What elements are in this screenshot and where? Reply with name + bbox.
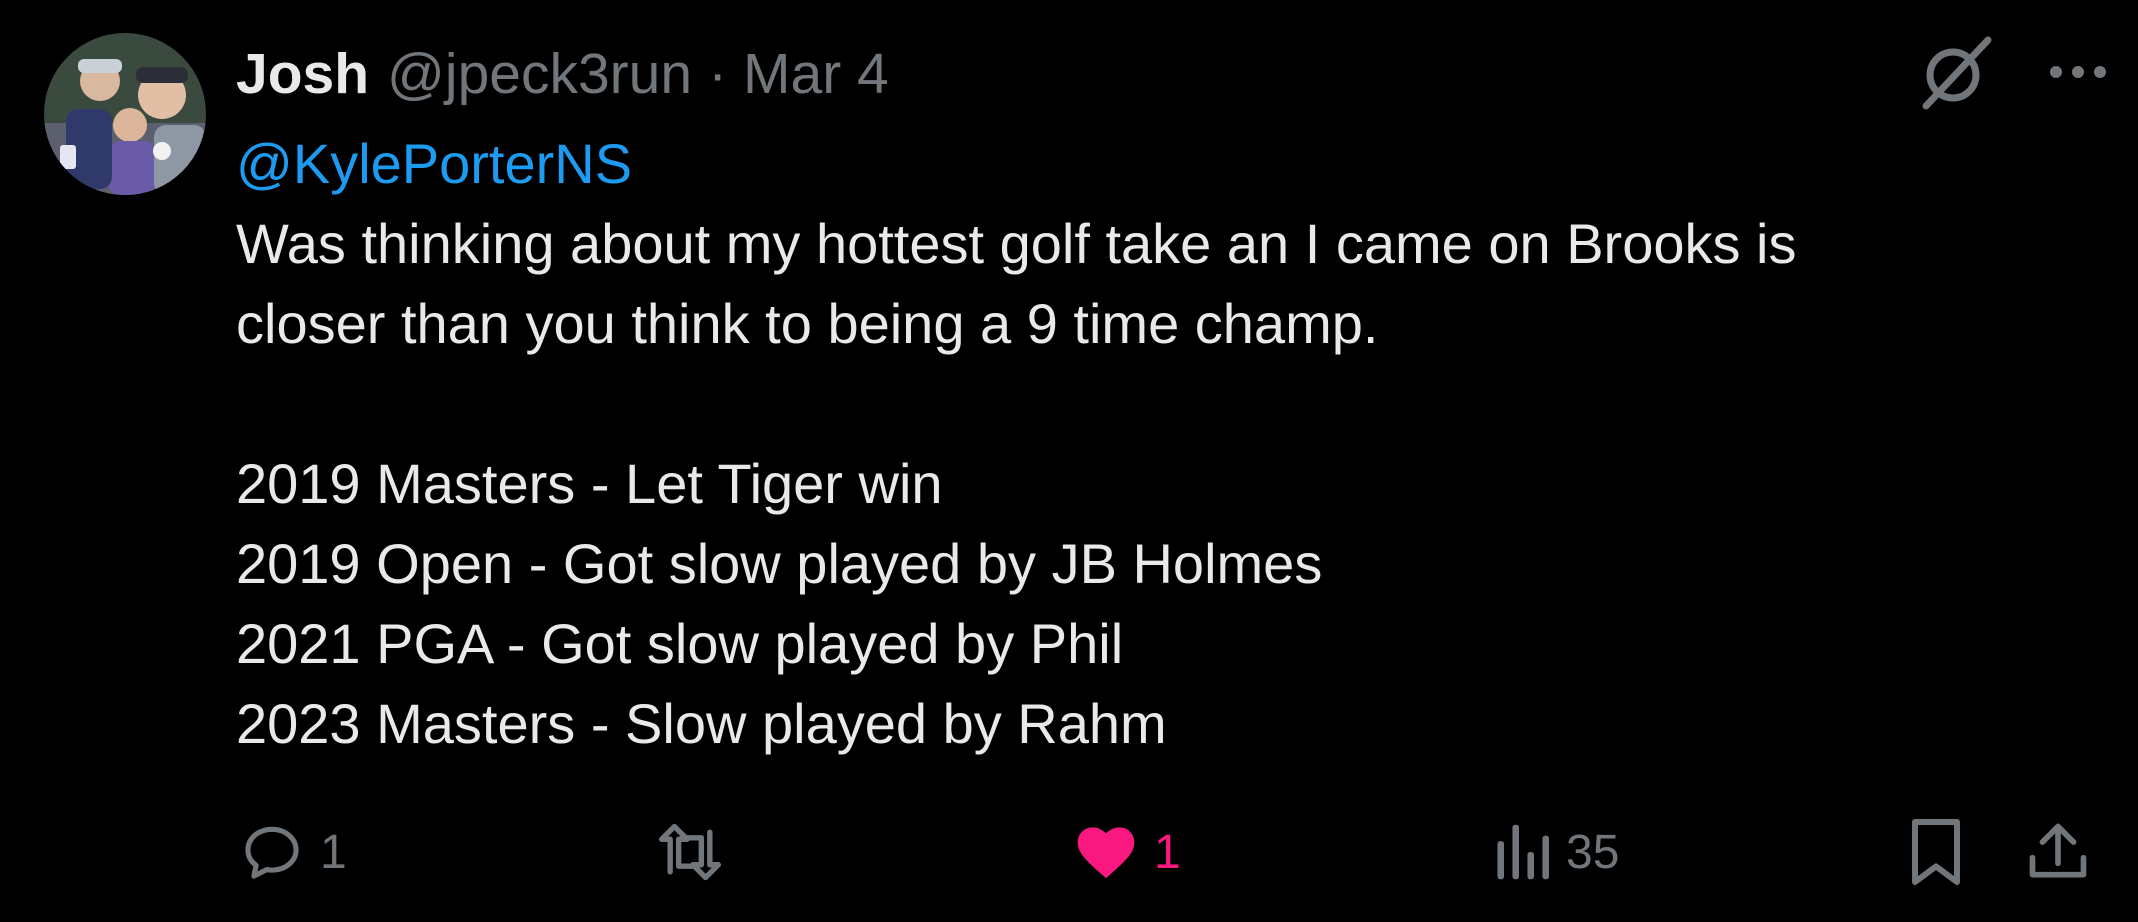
- tweet-date[interactable]: Mar 4: [743, 41, 889, 107]
- tweet-top-actions: [1916, 32, 2108, 112]
- avatar[interactable]: [44, 33, 206, 195]
- retweet-icon: [658, 823, 722, 881]
- separator: ·: [708, 42, 728, 106]
- avatar-photo: [44, 33, 206, 195]
- reply-icon: [245, 826, 299, 879]
- heart-icon: [1077, 827, 1135, 879]
- author-name[interactable]: Josh: [236, 41, 369, 107]
- mention-link[interactable]: @KylePorterNS: [236, 124, 2096, 204]
- retweet-button[interactable]: [652, 812, 742, 892]
- share-button[interactable]: [2024, 812, 2092, 892]
- action-bar: 1 1 35: [0, 812, 2138, 892]
- view-count: 35: [1566, 825, 1620, 879]
- grok-icon[interactable]: [1916, 32, 1996, 112]
- author-handle[interactable]: @jpeck3run: [387, 41, 692, 107]
- views-button[interactable]: 35: [1492, 812, 1619, 892]
- more-icon[interactable]: [2048, 62, 2108, 82]
- reply-count: 1: [320, 825, 347, 879]
- tweet-content: Was thinking about my hottest golf take …: [236, 212, 1797, 755]
- like-count: 1: [1154, 825, 1181, 879]
- tweet-header: Josh @jpeck3run · Mar 4: [236, 38, 889, 110]
- like-button[interactable]: 1: [1072, 812, 1181, 892]
- reply-button[interactable]: 1: [238, 812, 347, 892]
- analytics-icon: [1497, 824, 1549, 880]
- bookmark-icon: [1912, 819, 1960, 885]
- tweet-text: @KylePorterNS Was thinking about my hotte…: [236, 124, 2096, 764]
- bookmark-button[interactable]: [1904, 812, 1968, 892]
- share-icon: [2029, 823, 2087, 878]
